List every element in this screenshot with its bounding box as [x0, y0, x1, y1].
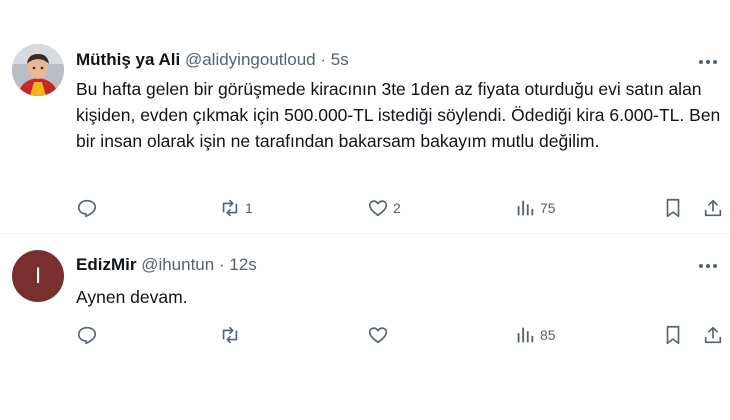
bookmark-icon [666, 198, 680, 218]
avatar[interactable]: I [12, 250, 64, 302]
reply-icon [77, 199, 97, 218]
more-icon[interactable] [696, 256, 720, 276]
reply-icon [77, 326, 97, 345]
retweet-icon [222, 326, 238, 344]
tweet-2[interactable]: I EdizMir @ihuntun · 12s Aynen devam. 85 [0, 234, 730, 420]
display-name[interactable]: Müthiş ya Ali [76, 50, 180, 69]
heart-icon [368, 327, 388, 344]
views-count: 75 [540, 200, 556, 216]
retweet-count: 1 [245, 200, 253, 216]
tweet-text: Aynen devam. [76, 287, 188, 307]
more-icon[interactable] [696, 52, 720, 72]
retweet-button[interactable]: 1 [219, 195, 253, 221]
like-count: 2 [393, 200, 401, 216]
views-icon [517, 327, 534, 343]
share-button[interactable] [702, 322, 724, 348]
views-button[interactable]: 85 [514, 322, 556, 348]
reply-button[interactable] [76, 195, 102, 221]
separator-dot: · [320, 50, 327, 69]
separator-dot: · [218, 255, 225, 274]
share-button[interactable] [702, 195, 724, 221]
avatar[interactable] [12, 44, 64, 96]
tweet-text: Bu hafta gelen bir görüşmede kiracının 3… [76, 79, 721, 151]
user-handle[interactable]: @ihuntun [141, 255, 214, 274]
share-icon [704, 199, 722, 217]
timestamp[interactable]: 5s [331, 50, 349, 69]
views-icon [517, 200, 534, 216]
timestamp[interactable]: 12s [229, 255, 256, 274]
display-name[interactable]: EdizMir [76, 255, 136, 274]
like-button[interactable]: 2 [367, 195, 401, 221]
retweet-button[interactable] [219, 322, 245, 348]
tweet-actions: 85 [76, 322, 724, 348]
bookmark-button[interactable] [662, 195, 684, 221]
views-count: 85 [540, 327, 556, 343]
bookmark-button[interactable] [662, 322, 684, 348]
tweet-header: Müthiş ya Ali @alidyingoutloud · 5s [76, 49, 349, 71]
heart-icon [368, 200, 388, 217]
tweet-1[interactable]: Müthiş ya Ali @alidyingoutloud · 5s Bu h… [0, 0, 730, 234]
views-button[interactable]: 75 [514, 195, 556, 221]
avatar-letter: I [34, 263, 42, 288]
share-icon [704, 326, 722, 344]
retweet-icon [222, 199, 238, 217]
user-handle[interactable]: @alidyingoutloud [185, 50, 316, 69]
tweet-header: EdizMir @ihuntun · 12s [76, 254, 257, 276]
reply-button[interactable] [76, 322, 102, 348]
tweet-actions: 1 2 75 [76, 195, 724, 221]
like-button[interactable] [367, 322, 393, 348]
bookmark-icon [666, 325, 680, 345]
avatar-photo-image [12, 44, 64, 96]
